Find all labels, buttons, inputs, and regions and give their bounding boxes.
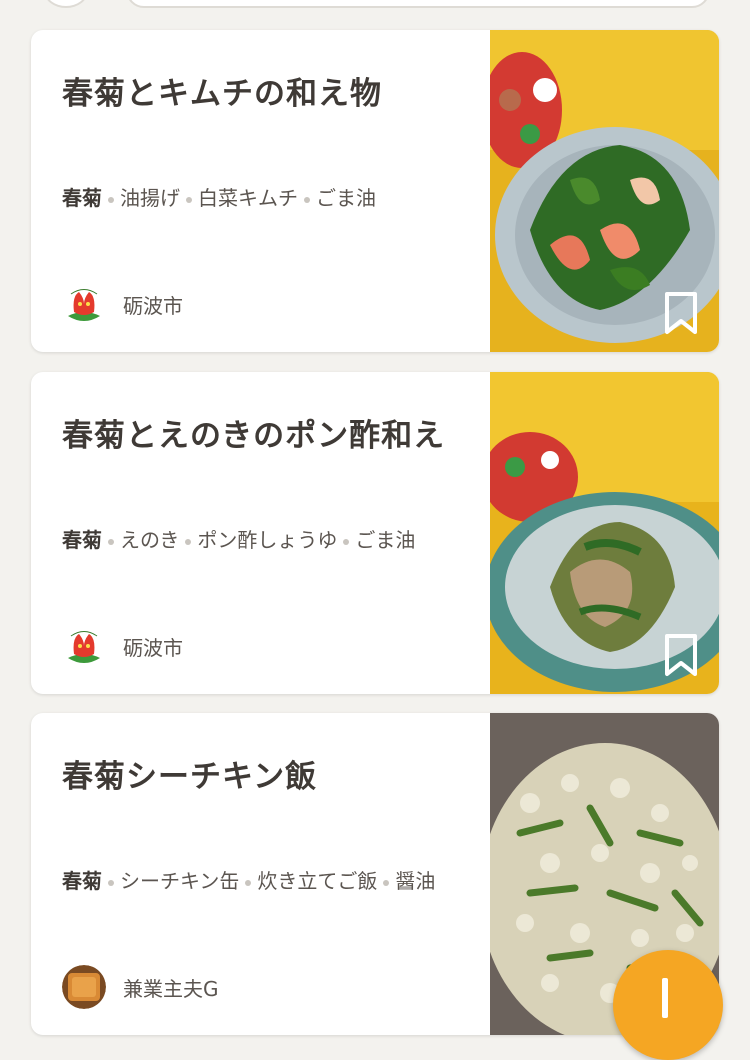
ingredient: 炊き立てご飯	[257, 869, 378, 893]
author[interactable]: 兼業主夫G	[62, 965, 219, 1009]
ingredient: ごま油	[355, 528, 416, 552]
ingredient: ごま油	[316, 186, 376, 210]
ingredient-list: 春菊 えのき ポン酢しょうゆ ごま油	[62, 524, 415, 553]
separator-dot	[108, 196, 114, 203]
bookmark-icon[interactable]	[663, 292, 699, 336]
author-name: 砺波市	[123, 293, 183, 318]
add-recipe-button[interactable]	[613, 950, 723, 1060]
recipe-card[interactable]: 春菊とえのきのポン酢和え 春菊 えのき ポン酢しょうゆ ごま油 砺波市	[31, 372, 719, 694]
ingredient: えのき	[120, 528, 180, 552]
recipe-title: 春菊とキムチの和え物	[62, 76, 382, 112]
ingredient: ポン酢しょうゆ	[197, 528, 338, 552]
separator-dot	[383, 879, 390, 886]
tonami-city-logo-icon	[62, 624, 106, 668]
ingredient: 油揚げ	[120, 186, 180, 210]
ingredient: 醤油	[395, 869, 436, 893]
recipe-title: 春菊とえのきのポン酢和え	[62, 418, 446, 454]
plus-icon	[662, 978, 668, 1018]
ingredient: 白菜キムチ	[198, 186, 298, 210]
separator-dot	[245, 879, 252, 886]
separator-dot	[185, 538, 192, 545]
recipe-photo[interactable]	[490, 372, 719, 694]
separator-dot	[304, 196, 310, 203]
author-name: 兼業主夫G	[123, 976, 219, 1001]
ingredient-main: 春菊	[62, 869, 102, 893]
author[interactable]: 砺波市	[62, 282, 183, 326]
ingredient-main: 春菊	[62, 186, 102, 210]
separator-dot	[186, 196, 192, 203]
separator-dot	[108, 538, 114, 545]
search-input[interactable]	[126, 0, 710, 8]
separator-dot	[108, 879, 114, 886]
ingredient-list: 春菊 油揚げ 白菜キムチ ごま油	[62, 182, 376, 211]
author-name: 砺波市	[123, 635, 183, 660]
recipe-photo[interactable]	[490, 30, 719, 352]
ingredient-list: 春菊 シーチキン缶 炊き立てご飯 醤油	[62, 865, 435, 894]
tonami-city-logo-icon	[62, 282, 106, 326]
top-bar	[0, 0, 750, 18]
separator-dot	[343, 538, 350, 545]
recipe-card[interactable]: 春菊とキムチの和え物 春菊 油揚げ 白菜キムチ ごま油 砺波市	[31, 30, 719, 352]
author[interactable]: 砺波市	[62, 624, 183, 668]
user-avatar-icon	[62, 965, 106, 1009]
ingredient-main: 春菊	[62, 528, 102, 552]
bookmark-icon[interactable]	[663, 634, 699, 678]
user-avatar[interactable]	[44, 0, 88, 8]
recipe-title: 春菊シーチキン飯	[62, 759, 318, 795]
ingredient: シーチキン缶	[120, 869, 240, 893]
